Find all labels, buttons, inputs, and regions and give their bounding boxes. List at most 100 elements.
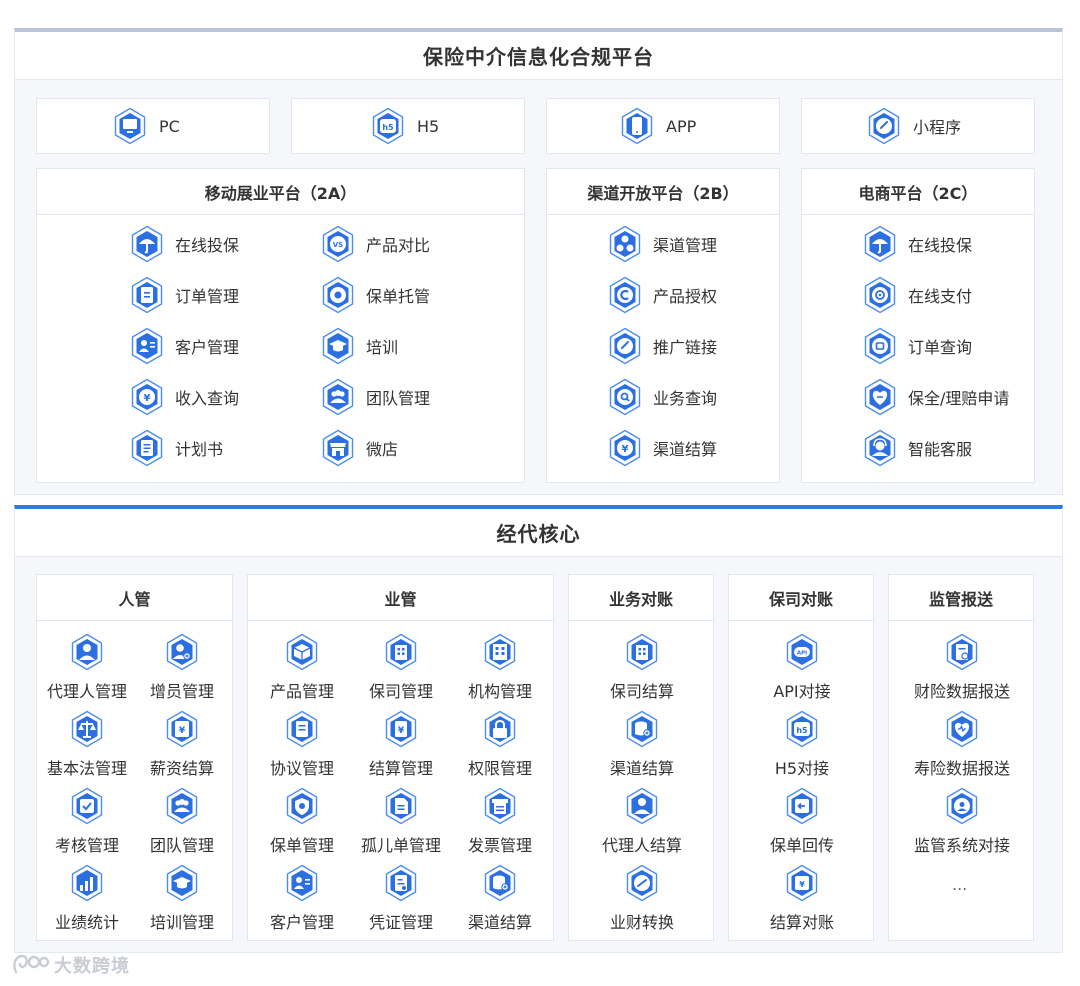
svg-text:¥: ¥ [144, 393, 151, 404]
item-label: 渠道管理 [653, 236, 718, 255]
platform-item[interactable]: 团队管理 [319, 378, 430, 416]
document-icon [131, 429, 163, 467]
watermark: 大数跨境 [10, 952, 130, 978]
platform-item[interactable]: ¥ 渠道结算 [606, 429, 717, 467]
core-item[interactable]: 财险数据报送 [897, 633, 1027, 702]
channel-label: PC [159, 116, 180, 136]
more-ellipsis: ... [952, 875, 968, 894]
platform-item[interactable]: 培训 [319, 327, 398, 365]
core-item[interactable]: 权限管理 [450, 710, 550, 779]
logo-icon [13, 954, 50, 974]
svg-text:API: API [797, 651, 807, 657]
platform-item[interactable]: 保全/理赔申请 [861, 378, 1009, 416]
core-item[interactable]: 发票管理 [450, 787, 550, 856]
core-item[interactable]: 客户管理 [252, 864, 352, 933]
core-item[interactable]: 产品管理 [252, 633, 352, 702]
platform-item[interactable]: 保单托管 [319, 276, 430, 314]
item-label: 考核管理 [54, 836, 119, 855]
office-icon [484, 633, 516, 671]
item-label: 保单管理 [269, 836, 334, 855]
core-item[interactable]: 团队管理 [132, 787, 232, 856]
platform-item[interactable]: 订单查询 [861, 327, 972, 365]
vs-icon: VS [322, 225, 354, 263]
item-label: 保司结算 [609, 682, 674, 701]
item-label: 结算对账 [769, 913, 834, 932]
team-icon [322, 378, 354, 416]
platform-item[interactable]: 计划书 [128, 429, 223, 467]
core-item[interactable]: 保司管理 [351, 633, 451, 702]
core-item[interactable]: 考核管理 [37, 787, 137, 856]
core-item[interactable]: 保单回传 [742, 787, 862, 856]
core-item[interactable]: 保单管理 [252, 787, 352, 856]
database-icon [484, 864, 516, 902]
platform-item[interactable]: 在线投保 [128, 225, 239, 263]
channel-label: H5 [417, 116, 440, 136]
item-label: 权限管理 [467, 759, 532, 778]
core-item[interactable]: 孤儿单管理 [351, 787, 451, 856]
core-item[interactable]: 保司结算 [582, 633, 702, 702]
core-item[interactable]: 渠道结算 [450, 864, 550, 933]
platform-item[interactable]: ¥ 收入查询 [128, 378, 239, 416]
core-item[interactable]: 代理人管理 [37, 633, 137, 702]
platform-item[interactable]: 客户管理 [128, 327, 239, 365]
platform-item[interactable]: 订单管理 [128, 276, 239, 314]
core-item[interactable]: 协议管理 [252, 710, 352, 779]
channel-app: APP [618, 107, 696, 145]
core-item[interactable]: API API对接 [742, 633, 862, 702]
platform-item[interactable]: 产品授权 [606, 276, 717, 314]
core-card-title: 人管 [37, 575, 232, 621]
core-item[interactable]: 代理人结算 [582, 787, 702, 856]
svg-text:¥: ¥ [622, 444, 629, 455]
core-item[interactable]: 培训管理 [132, 864, 232, 933]
building-icon [626, 633, 658, 671]
item-label: 结算管理 [368, 759, 433, 778]
core-card-title: 业管 [248, 575, 553, 621]
pay-icon [864, 276, 896, 314]
core-item[interactable]: 渠道结算 [582, 710, 702, 779]
shop-icon [322, 429, 354, 467]
platform-item[interactable]: 在线投保 [861, 225, 972, 263]
platform-item[interactable]: VS 产品对比 [319, 225, 430, 263]
core-item[interactable]: 机构管理 [450, 633, 550, 702]
platform-item[interactable]: 微店 [319, 429, 398, 467]
core-item[interactable]: h5 H5对接 [742, 710, 862, 779]
salary-icon: ¥ [166, 710, 198, 748]
core-item[interactable]: ¥ 薪资结算 [132, 710, 232, 779]
platform-item[interactable]: 在线支付 [861, 276, 972, 314]
item-label: 发票管理 [467, 836, 532, 855]
person-icon [71, 633, 103, 671]
core-item[interactable]: 寿险数据报送 [897, 710, 1027, 779]
svg-text:¥: ¥ [179, 726, 186, 736]
platform-block: 保险中介信息化合规平台 PC h5 H5 APP 小程序 移动展业平台（2A） … [14, 28, 1063, 495]
core-item[interactable]: ¥ 结算管理 [351, 710, 451, 779]
order-icon [864, 327, 896, 365]
svg-text:¥: ¥ [398, 726, 405, 736]
item-label: 增员管理 [149, 682, 214, 701]
core-item[interactable]: 增员管理 [132, 633, 232, 702]
item-label: 团队管理 [149, 836, 214, 855]
item-label: 监管系统对接 [913, 836, 1010, 855]
core-item[interactable]: 基本法管理 [37, 710, 137, 779]
core-item[interactable]: 业绩统计 [37, 864, 137, 933]
platform-item[interactable]: 业务查询 [606, 378, 717, 416]
core-title: 经代核心 [15, 509, 1062, 557]
core-item[interactable]: 监管系统对接 [897, 787, 1027, 856]
core-item[interactable]: 凭证管理 [351, 864, 451, 933]
item-label: 在线投保 [908, 236, 973, 255]
core-item[interactable]: ¥ 结算对账 [742, 864, 862, 933]
item-label: 推广链接 [653, 338, 718, 357]
platform-item[interactable]: 渠道管理 [606, 225, 717, 263]
channel-label: 小程序 [913, 118, 962, 137]
core-item[interactable]: 业财转换 [582, 864, 702, 933]
item-label: 薪资结算 [149, 759, 214, 778]
item-label: 业绩统计 [54, 913, 119, 932]
platform-item[interactable]: 智能客服 [861, 429, 972, 467]
item-label: 客户管理 [269, 913, 334, 932]
item-label: 业财转换 [609, 913, 674, 932]
item-label: 保全/理赔申请 [908, 389, 1010, 408]
platform-item[interactable]: 推广链接 [606, 327, 717, 365]
regulator-icon [946, 787, 978, 825]
service-icon [864, 429, 896, 467]
item-label: 订单管理 [175, 287, 240, 306]
check-icon [71, 787, 103, 825]
